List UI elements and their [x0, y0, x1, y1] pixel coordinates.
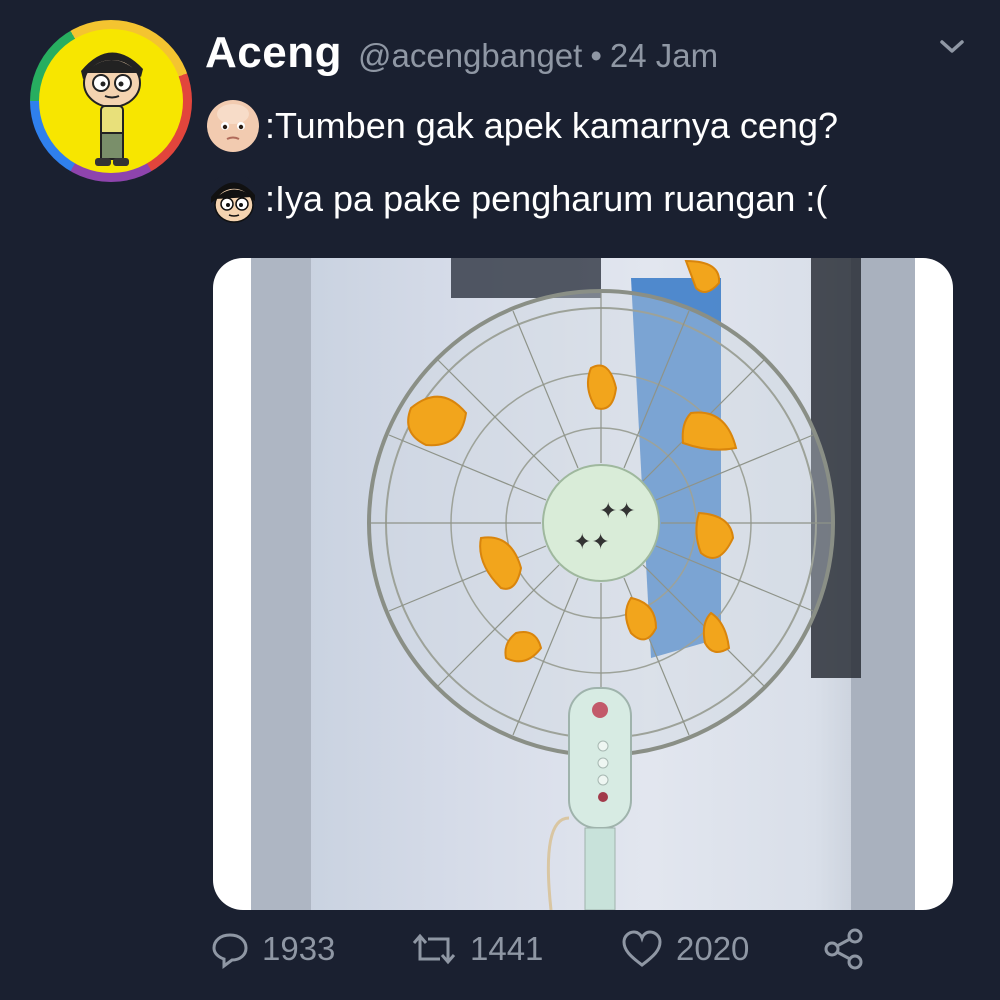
- display-name[interactable]: Aceng: [205, 28, 342, 78]
- like-count: 2020: [676, 930, 750, 967]
- tweet-line-1: :Tumben gak apek kamarnya ceng?: [205, 95, 838, 157]
- reply-icon: [212, 933, 248, 969]
- fan-photo: ✦✦ ✦✦: [251, 258, 915, 910]
- retweet-icon: [412, 933, 456, 965]
- share-action[interactable]: [822, 925, 866, 973]
- fan-with-orange-peels-image: ✦✦ ✦✦: [251, 258, 915, 910]
- cartoon-boy-icon: [81, 52, 143, 166]
- aceng-face-emoji-icon: [205, 171, 261, 227]
- tweet-action-bar: 1933 1441 2020: [0, 925, 1000, 973]
- tweet-timestamp[interactable]: 24 Jam: [610, 37, 718, 75]
- tweet-header: Aceng @acengbanget • 24 Jam: [205, 28, 975, 88]
- heart-icon: [622, 930, 662, 967]
- svg-text:✦✦: ✦✦: [599, 499, 636, 524]
- separator-dot: •: [590, 37, 602, 74]
- like-action[interactable]: 2020: [620, 925, 749, 973]
- reply-count: 1933: [262, 930, 336, 967]
- baby-face-emoji-icon: [205, 98, 261, 154]
- tweet-media[interactable]: ✦✦ ✦✦: [213, 258, 953, 910]
- retweet-action[interactable]: 1441: [410, 925, 543, 973]
- avatar-image: [39, 29, 183, 173]
- tweet-line-text: :Tumben gak apek kamarnya ceng?: [265, 105, 838, 146]
- user-handle[interactable]: @acengbanget: [358, 37, 582, 75]
- share-icon: [824, 928, 863, 970]
- chevron-down-icon[interactable]: [932, 32, 972, 62]
- tweet-line-2: :Iya pa pake pengharum ruangan :(: [205, 168, 827, 230]
- avatar[interactable]: [30, 20, 192, 182]
- svg-text:✦✦: ✦✦: [573, 530, 610, 555]
- tweet-line-text: :Iya pa pake pengharum ruangan :(: [265, 178, 828, 219]
- retweet-count: 1441: [470, 930, 544, 967]
- reply-action[interactable]: 1933: [210, 925, 335, 973]
